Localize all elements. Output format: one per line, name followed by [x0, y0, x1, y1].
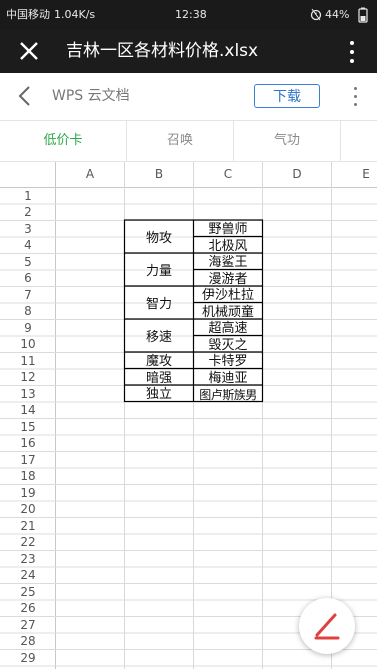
- item-cell[interactable]: 超高速: [194, 321, 262, 338]
- wps-toolbar: WPS 云文档 下载: [0, 73, 377, 121]
- sheet-tabs: 低价卡 召唤 气功: [0, 121, 377, 162]
- row-header[interactable]: 12: [0, 369, 56, 385]
- category-cell[interactable]: 智力: [125, 288, 193, 321]
- category-cell[interactable]: 力量: [125, 255, 193, 288]
- category-cell[interactable]: 暗强: [125, 371, 193, 388]
- item-cell[interactable]: 漫游者: [194, 272, 262, 289]
- item-cell[interactable]: 机械顽童: [194, 305, 262, 322]
- row-header[interactable]: 21: [0, 518, 56, 534]
- row-header[interactable]: 11: [0, 353, 56, 369]
- row-header[interactable]: 25: [0, 584, 56, 600]
- signal-indicator: 中国移动: [6, 8, 50, 21]
- app-bar: 吉林一区各材料价格.xlsx: [0, 30, 377, 73]
- row-header[interactable]: 8: [0, 303, 56, 319]
- row-header[interactable]: 14: [0, 402, 56, 418]
- row-header[interactable]: 17: [0, 452, 56, 468]
- close-icon[interactable]: [14, 36, 44, 66]
- row-header[interactable]: 7: [0, 287, 56, 303]
- column-header-a[interactable]: A: [56, 162, 124, 187]
- edit-pencil-icon: [314, 613, 340, 640]
- row-header[interactable]: 24: [0, 567, 56, 583]
- row-header[interactable]: 29: [0, 650, 56, 666]
- tab-overflow[interactable]: [341, 121, 377, 161]
- tab-sheet-1[interactable]: 低价卡: [0, 121, 127, 161]
- tab-sheet-3[interactable]: 气功: [234, 121, 341, 161]
- battery-icon: [355, 7, 371, 27]
- wps-cloud-label: WPS 云文档: [52, 88, 130, 104]
- row-header[interactable]: 20: [0, 501, 56, 517]
- row-header[interactable]: 13: [0, 386, 56, 402]
- download-button[interactable]: 下载: [254, 84, 320, 108]
- edit-fab-button[interactable]: [299, 598, 355, 654]
- category-cell[interactable]: 物攻: [125, 222, 193, 255]
- item-cell[interactable]: 毁灭之: [194, 338, 262, 355]
- category-cell[interactable]: 移速: [125, 321, 193, 354]
- column-header-c[interactable]: C: [194, 162, 262, 187]
- item-cell[interactable]: 野兽师: [194, 222, 262, 239]
- column-header-d[interactable]: D: [263, 162, 331, 187]
- row-header[interactable]: 1: [0, 188, 56, 204]
- chevron-left-icon[interactable]: [14, 83, 38, 109]
- row-header[interactable]: 6: [0, 270, 56, 286]
- item-cell[interactable]: 卡特罗: [194, 354, 262, 371]
- row-header[interactable]: 27: [0, 617, 56, 633]
- row-header[interactable]: 5: [0, 254, 56, 270]
- category-cell[interactable]: 魔攻: [125, 354, 193, 371]
- item-cell[interactable]: 北极风: [194, 239, 262, 256]
- network-speed: 1.04K/s: [54, 8, 96, 21]
- tab-sheet-2[interactable]: 召唤: [127, 121, 234, 161]
- more-vertical-icon[interactable]: [350, 84, 362, 110]
- row-header[interactable]: 26: [0, 600, 56, 616]
- row-header[interactable]: 15: [0, 419, 56, 435]
- alarm-icon: [310, 8, 322, 25]
- spreadsheet-grid[interactable]: A B C D E 1 2 3 4 5 6 7 8 9 10 11 12 13 14 15 16 17 18 19 2…: [0, 162, 377, 669]
- row-header[interactable]: 9: [0, 320, 56, 336]
- column-header-b[interactable]: B: [125, 162, 193, 187]
- more-vertical-icon[interactable]: [345, 39, 359, 65]
- row-header[interactable]: 2: [0, 204, 56, 220]
- row-header[interactable]: 28: [0, 633, 56, 649]
- item-cell[interactable]: 伊沙杜拉: [194, 288, 262, 305]
- row-header[interactable]: 23: [0, 551, 56, 567]
- row-header[interactable]: 4: [0, 237, 56, 253]
- row-header[interactable]: 19: [0, 485, 56, 501]
- file-title: 吉林一区各材料价格.xlsx: [66, 41, 259, 61]
- row-header[interactable]: 16: [0, 435, 56, 451]
- row-header[interactable]: 10: [0, 336, 56, 352]
- status-bar: 中国移动 1.04K/s 12:38 44%: [0, 0, 377, 30]
- row-header[interactable]: 3: [0, 221, 56, 237]
- item-cell[interactable]: 图卢斯族男: [194, 387, 262, 404]
- item-cell[interactable]: 梅迪亚: [194, 371, 262, 388]
- item-cell[interactable]: 海鲨王: [194, 255, 262, 272]
- row-header[interactable]: 22: [0, 534, 56, 550]
- clock: 12:38: [175, 8, 207, 21]
- column-header-e[interactable]: E: [332, 162, 377, 187]
- category-cell[interactable]: 独立: [125, 387, 193, 404]
- row-header[interactable]: 18: [0, 468, 56, 484]
- battery-level: 44%: [325, 8, 350, 21]
